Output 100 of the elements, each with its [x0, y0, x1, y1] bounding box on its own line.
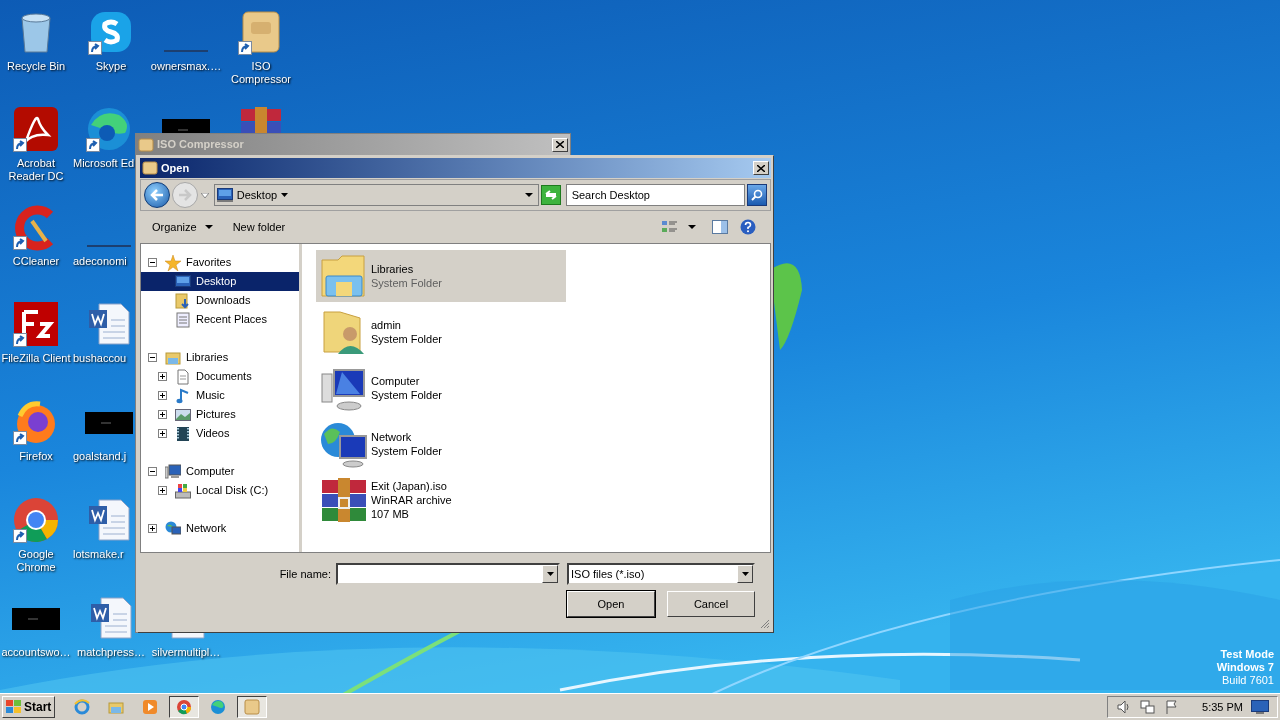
- archive-icon: [320, 476, 368, 524]
- dialog-button[interactable]: Cancel: [667, 591, 755, 617]
- file-item[interactable]: Libraries System Folder: [316, 250, 566, 302]
- file-name-field[interactable]: [336, 563, 560, 585]
- icon-label: Skype: [95, 60, 127, 73]
- internet-explorer-icon: [74, 699, 91, 715]
- icon-label: ISO Compressor: [230, 60, 292, 86]
- tree-item[interactable]: Computer: [141, 462, 299, 481]
- refresh-button[interactable]: [540, 185, 561, 205]
- tree-item[interactable]: Downloads: [141, 291, 299, 310]
- computer-icon: [165, 463, 181, 480]
- caret-icon[interactable]: [281, 193, 289, 197]
- new-folder-button[interactable]: New folder: [230, 215, 288, 239]
- close-button[interactable]: [552, 137, 568, 152]
- icon-label: Microsoft Ed: [73, 157, 135, 170]
- network-icon[interactable]: [1140, 699, 1157, 715]
- start-button[interactable]: Start: [2, 696, 56, 718]
- icon-label: Google Chrome: [15, 548, 57, 574]
- music-note-icon: [175, 387, 191, 404]
- icon-label: ownersmax.…: [150, 60, 222, 73]
- caret-icon[interactable]: [524, 193, 533, 197]
- view-list-icon: [662, 220, 678, 234]
- tree-item[interactable]: Recent Places: [141, 310, 299, 329]
- file-item[interactable]: Network System Folder: [316, 418, 566, 470]
- tree-item[interactable]: Libraries: [141, 348, 299, 367]
- file-detail: 107 MB: [371, 507, 410, 521]
- search-field[interactable]: Search Desktop: [565, 184, 746, 206]
- help-button[interactable]: [739, 218, 757, 236]
- monitor-icon: [216, 188, 233, 202]
- file-name: Exit (Japan).iso: [371, 479, 448, 493]
- folder-icon: [165, 349, 181, 366]
- caret-icon: [741, 572, 749, 576]
- expand-icon[interactable]: [158, 391, 167, 400]
- tree-item[interactable]: Favorites: [141, 253, 299, 272]
- preview-pane-button[interactable]: [711, 218, 729, 236]
- back-arrow-icon: [149, 189, 164, 201]
- file-name: Libraries: [371, 262, 415, 276]
- resize-grip-icon[interactable]: [759, 618, 770, 629]
- dialog-button[interactable]: Open: [567, 591, 655, 617]
- expand-icon[interactable]: [158, 429, 167, 438]
- file-item[interactable]: admin System Folder: [316, 306, 566, 358]
- os-info-text: Windows 7: [1216, 661, 1274, 674]
- edge-icon[interactable]: [85, 105, 133, 153]
- shortcut-arrow-icon: [13, 138, 27, 152]
- expand-icon[interactable]: [158, 486, 167, 495]
- window-title: Open: [161, 160, 191, 176]
- shortcut-arrow-icon: [13, 333, 27, 347]
- icon-label: FileZilla Client: [1, 352, 71, 365]
- shortcut-arrow-icon: [13, 529, 27, 543]
- icon-label: accountswo…: [1, 646, 71, 659]
- os-info-text: Test Mode: [1220, 648, 1274, 661]
- folder-icon: [175, 292, 191, 309]
- shortcut-arrow-icon: [86, 138, 100, 152]
- chrome-icon[interactable]: [12, 496, 60, 544]
- show-desktop-icon[interactable]: [1251, 700, 1269, 714]
- close-button[interactable]: [753, 161, 769, 175]
- tree-item[interactable]: Documents: [141, 367, 299, 386]
- organize-button[interactable]: Organize: [150, 215, 215, 239]
- back-button[interactable]: [144, 182, 170, 208]
- file-name: Network: [371, 430, 413, 444]
- file-detail: System Folder: [371, 444, 442, 458]
- taskbar-button[interactable]: [237, 696, 268, 718]
- tree-item[interactable]: Videos: [141, 424, 299, 443]
- icon-label: goalstand.j: [73, 450, 127, 463]
- search-button[interactable]: [747, 184, 767, 206]
- icon-label: CCleaner: [12, 255, 60, 268]
- tree-item[interactable]: Music: [141, 386, 299, 405]
- document-icon: [175, 368, 191, 385]
- folder-icon: [108, 699, 125, 715]
- address-bar[interactable]: Desktop: [213, 184, 539, 206]
- tree-item[interactable]: Local Disk (C:): [141, 481, 299, 500]
- tree-item[interactable]: Desktop: [141, 272, 299, 291]
- recent-places-icon: [175, 311, 191, 328]
- shortcut-arrow-icon: [13, 431, 27, 445]
- file-name: admin: [371, 318, 402, 332]
- file-item[interactable]: Computer System Folder: [316, 362, 566, 414]
- icon-label: adeconomi: [73, 255, 127, 268]
- dropdown-button[interactable]: [542, 565, 558, 583]
- monitor-icon: [175, 273, 191, 290]
- file-detail: WinRAR archive: [371, 493, 452, 507]
- file-item[interactable]: Exit (Japan).iso WinRAR archive 107 MB: [316, 474, 566, 526]
- collapse-icon[interactable]: [148, 467, 157, 476]
- tree-item[interactable]: Network: [141, 519, 299, 538]
- icon-label: silvermultipl…: [151, 646, 221, 659]
- tree-item[interactable]: Pictures: [141, 405, 299, 424]
- caret-icon: [204, 225, 213, 229]
- file-type-dropdown[interactable]: ISO files (*.iso): [567, 563, 755, 585]
- taskbar-button[interactable]: [169, 696, 200, 718]
- picture-icon: [175, 406, 191, 423]
- play-icon: [142, 699, 159, 715]
- collapse-icon[interactable]: [148, 258, 157, 267]
- collapse-icon[interactable]: [148, 353, 157, 362]
- edge-icon: [210, 699, 227, 715]
- file-detail: System Folder: [371, 388, 442, 402]
- expand-icon[interactable]: [148, 524, 157, 533]
- acrobat-icon[interactable]: [12, 105, 60, 153]
- expand-icon[interactable]: [158, 372, 167, 381]
- expand-icon[interactable]: [158, 410, 167, 419]
- icon-label: Firefox: [19, 450, 53, 463]
- filezilla-icon[interactable]: [12, 300, 60, 348]
